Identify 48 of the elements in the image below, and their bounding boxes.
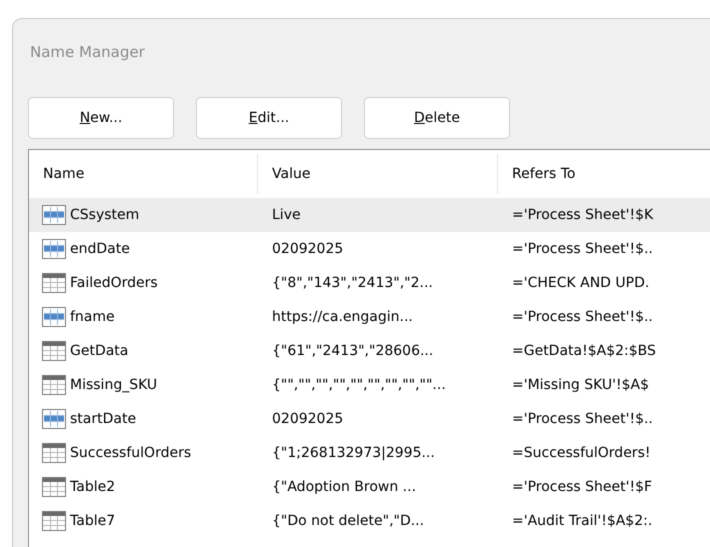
column-header[interactable]: Refers To	[512, 164, 576, 184]
table-cell-text: startDate	[70, 410, 136, 428]
table-cell-text: {"Do not delete","D...	[272, 512, 424, 530]
column-header[interactable]: Value	[272, 164, 310, 184]
grid-icon	[42, 239, 66, 259]
table-cell-text: {"8","143","2413","2...	[272, 274, 433, 292]
table-cell-text: =GetData!$A$2:$BS	[512, 342, 656, 360]
table-cell-text: {"Adoption Brown ...	[272, 478, 416, 496]
table-cell-text: Table7	[70, 512, 116, 530]
dialog-button[interactable]: Edit...	[196, 97, 342, 139]
table-icon	[42, 375, 66, 395]
window-title: Name Manager	[30, 42, 145, 63]
table-icon	[42, 443, 66, 463]
table-cell-text: ='Process Sheet'!$F	[512, 478, 652, 496]
table-cell-text: ='CHECK AND UPD.	[512, 274, 650, 292]
table-cell-text: FailedOrders	[70, 274, 158, 292]
table-cell-text: Live	[272, 206, 301, 224]
dialog-button[interactable]: Delete	[364, 97, 510, 139]
table-cell-text: ='Missing SKU'!$A$	[512, 376, 650, 394]
table-cell-text: https://ca.engagin...	[272, 308, 413, 326]
table-cell-text: SuccessfulOrders	[70, 444, 192, 462]
table-cell-text: endDate	[70, 240, 130, 258]
table-cell-text: Table2	[70, 478, 116, 496]
table-icon	[42, 341, 66, 361]
table-icon	[42, 477, 66, 497]
table-cell-text: ='Process Sheet'!$..	[512, 410, 653, 428]
list-row[interactable]: CSsystem Live ='Process Sheet'!$K	[29, 198, 710, 232]
table-cell-text: {"1;268132973|2995...	[272, 444, 435, 462]
column-header[interactable]: Name	[43, 164, 84, 184]
table-icon	[42, 273, 66, 293]
table-cell-text: =SuccessfulOrders!	[512, 444, 650, 462]
table-cell-text: {"","","","","","","","",""...	[272, 376, 446, 394]
table-cell-text: GetData	[70, 342, 128, 360]
grid-icon	[42, 205, 66, 225]
grid-icon	[42, 409, 66, 429]
table-cell-text: ='Process Sheet'!$..	[512, 308, 653, 326]
table-cell-text: Missing_SKU	[70, 376, 158, 394]
table-cell-text: {"61","2413","28606...	[272, 342, 434, 360]
grid-icon	[42, 307, 66, 327]
table-cell-text: fname	[70, 308, 115, 326]
table-icon	[42, 511, 66, 531]
table-cell-text: 02092025	[272, 240, 344, 258]
table-cell-text: 02092025	[272, 410, 344, 428]
dialog-button[interactable]: New...	[28, 97, 174, 139]
table-cell-text: ='Process Sheet'!$K	[512, 206, 654, 224]
table-cell-text: ='Process Sheet'!$..	[512, 240, 653, 258]
table-cell-text: CSsystem	[70, 206, 140, 224]
table-cell-text: ='Audit Trail'!$A$2:.	[512, 512, 652, 530]
